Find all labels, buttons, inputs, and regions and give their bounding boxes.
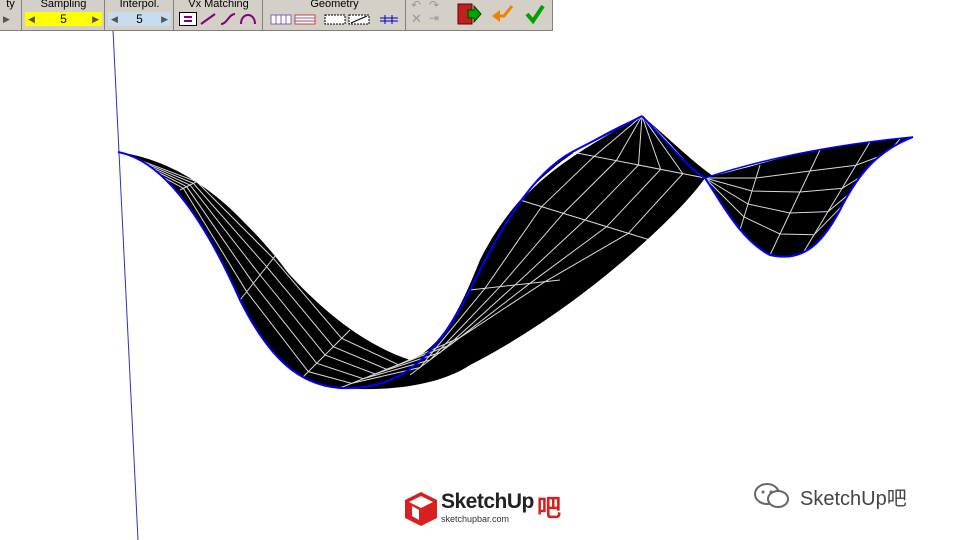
group-partial: ty ▶ [0,0,22,30]
horizontal-grid-icon[interactable] [294,12,316,26]
interpol-group: Interpol. ◀ 5 ▶ [106,0,174,30]
back-icon[interactable] [490,2,516,26]
equal-match-icon[interactable] [179,12,197,26]
sampling-stepper[interactable]: ◀ 5 ▶ [25,12,102,26]
watermark-text: SketchUp吧 [800,487,907,510]
interpol-title: Interpol. [119,0,160,10]
line-match-icon[interactable] [199,12,217,26]
wechat-icon [754,483,789,508]
logo-brand: SketchUp [441,490,534,513]
delete-icon[interactable]: ✕ [411,11,429,26]
sampling-group: Sampling ◀ 5 ▶ [23,0,105,30]
vx-matching-title: Vx Matching [188,0,249,10]
interpol-value: 5 [136,12,143,26]
checkmark-icon[interactable] [522,2,548,26]
s-curve-match-icon[interactable] [219,12,237,26]
geometry-title: Geometry [310,0,359,10]
cross-lines-icon[interactable] [378,12,400,26]
interpol-stepper[interactable]: ◀ 5 ▶ [108,12,171,26]
diagonal-box-icon[interactable] [348,12,370,26]
vx-matching-group: Vx Matching [175,0,263,30]
edit-group: ↶ ↷ ✕ ⇥ [407,0,449,30]
arc-match-icon[interactable] [239,12,257,26]
toolbar: ty ▶ Sampling ◀ 5 ▶ Interpol. ◀ 5 ▶ Vx M… [0,0,553,31]
geometry-group: Geometry [264,0,406,30]
sketchup-logo: SketchUp 吧 sketchupbar.com [403,490,573,530]
watermark: SketchUp吧 [752,480,907,512]
left-arrow-icon[interactable]: ◀ [111,14,118,25]
cube-logo-icon [405,492,437,526]
logo-ba: 吧 [537,495,561,522]
right-arrow-icon[interactable]: ▶ [92,14,99,25]
exit-icon[interactable] [456,2,482,26]
right-arrow-icon[interactable]: ▶ [3,14,10,25]
right-arrow-icon[interactable]: ▶ [161,14,168,25]
dotted-box-icon[interactable] [324,12,346,26]
surface-front [118,116,913,390]
group-partial-title: ty [6,0,15,10]
axis-line [112,29,139,540]
sampling-title: Sampling [40,0,87,10]
vertical-grid-icon[interactable] [270,12,292,26]
logo-url: sketchupbar.com [441,514,510,524]
left-arrow-icon[interactable]: ◀ [28,14,35,25]
sampling-value: 5 [60,12,67,26]
viewport[interactable] [0,0,968,540]
next-icon[interactable]: ⇥ [429,11,447,25]
